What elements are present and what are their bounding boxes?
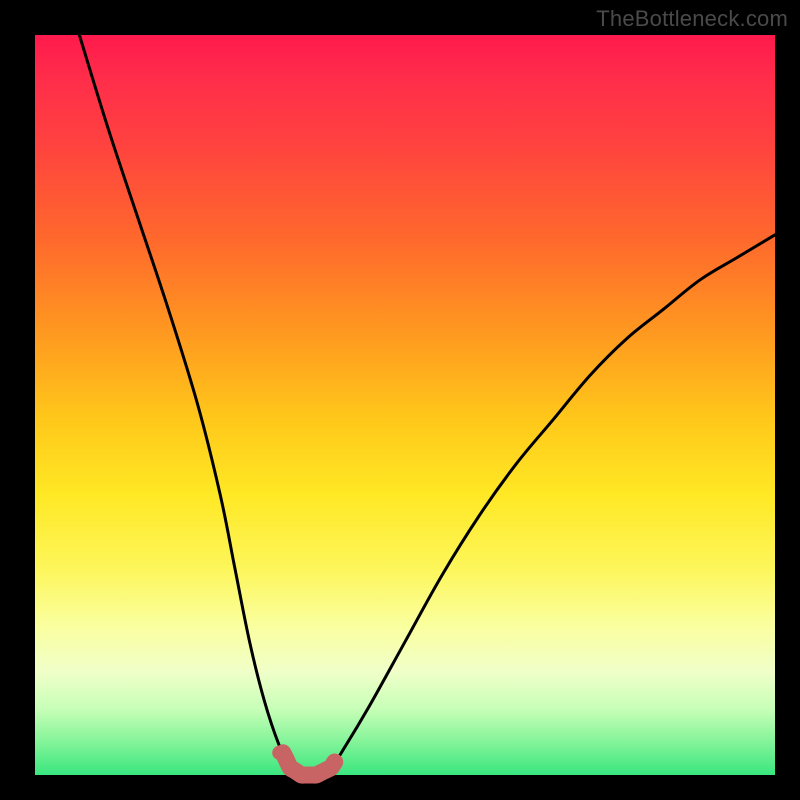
watermark-text: TheBottleneck.com [596, 6, 788, 32]
plot-area [35, 35, 775, 775]
optimum-highlight [283, 753, 335, 775]
optimum-marker [272, 746, 335, 775]
optimum-dot [272, 746, 286, 760]
curve-path [79, 35, 775, 776]
bottleneck-curve [79, 35, 775, 776]
chart-frame: TheBottleneck.com [0, 0, 800, 800]
bottleneck-curve-svg [35, 35, 775, 775]
